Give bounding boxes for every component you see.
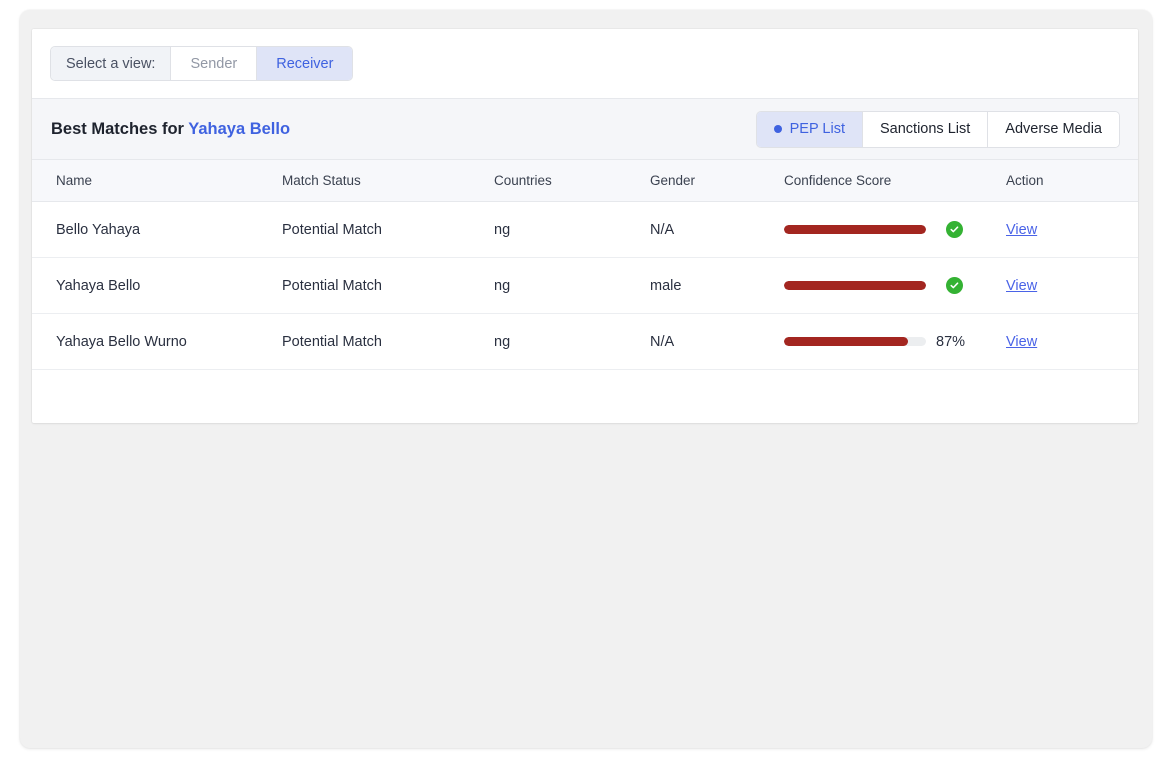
- matches-header: Best Matches for Yahaya Bello PEP List S…: [32, 98, 1138, 160]
- list-tab-group[interactable]: PEP List Sanctions List Adverse Media: [756, 111, 1120, 148]
- cell-gender: N/A: [650, 314, 784, 370]
- cell-countries: ng: [494, 258, 650, 314]
- view-option-sender[interactable]: Sender: [171, 47, 257, 80]
- matches-table-head: Name Match Status Countries Gender Confi…: [32, 160, 1138, 202]
- cell-match-status: Potential Match: [282, 314, 494, 370]
- tab-adverse-media-label: Adverse Media: [1005, 121, 1102, 137]
- cell-confidence-score: [784, 202, 1006, 258]
- confidence-bar-track: [784, 337, 926, 346]
- matches-title: Best Matches for Yahaya Bello: [51, 120, 290, 139]
- matches-table: Name Match Status Countries Gender Confi…: [32, 160, 1138, 370]
- screening-panel: Select a view: Sender Receiver Best Matc…: [32, 29, 1138, 423]
- view-selector-segmented-control[interactable]: Select a view: Sender Receiver: [50, 46, 353, 81]
- view-link[interactable]: View: [1006, 222, 1037, 238]
- table-header-row: Name Match Status Countries Gender Confi…: [32, 160, 1138, 202]
- matches-table-body: Bello Yahaya Potential Match ng N/A: [32, 202, 1138, 370]
- cell-action: View: [1006, 314, 1138, 370]
- table-row[interactable]: Yahaya Bello Potential Match ng male: [32, 258, 1138, 314]
- view-selector-label: Select a view:: [51, 47, 171, 80]
- table-footer-row: [32, 370, 1138, 413]
- cell-action: View: [1006, 202, 1138, 258]
- cell-confidence-score: [784, 258, 1006, 314]
- column-header-confidence-score: Confidence Score: [784, 160, 1006, 202]
- column-header-gender: Gender: [650, 160, 784, 202]
- column-header-match-status: Match Status: [282, 160, 494, 202]
- matches-title-prefix: Best Matches for: [51, 120, 184, 138]
- matches-subject-name: Yahaya Bello: [188, 120, 290, 138]
- confidence-bar-fill: [784, 281, 926, 290]
- confidence-bar-track: [784, 281, 926, 290]
- confidence-bar-track: [784, 225, 926, 234]
- cell-gender: male: [650, 258, 784, 314]
- view-link[interactable]: View: [1006, 334, 1037, 350]
- app-frame: Select a view: Sender Receiver Best Matc…: [20, 10, 1152, 748]
- tab-sanctions-list-label: Sanctions List: [880, 121, 970, 137]
- column-header-action: Action: [1006, 160, 1138, 202]
- tab-pep-list[interactable]: PEP List: [757, 112, 863, 147]
- cell-name: Bello Yahaya: [32, 202, 282, 258]
- confidence-bar-fill: [784, 337, 908, 346]
- table-row[interactable]: Yahaya Bello Wurno Potential Match ng N/…: [32, 314, 1138, 370]
- verified-check-icon: [946, 221, 963, 238]
- table-row[interactable]: Bello Yahaya Potential Match ng N/A: [32, 202, 1138, 258]
- tab-sanctions-list[interactable]: Sanctions List: [863, 112, 988, 147]
- confidence-bar-fill: [784, 225, 926, 234]
- cell-confidence-score: 87%: [784, 314, 1006, 370]
- cell-countries: ng: [494, 202, 650, 258]
- cell-gender: N/A: [650, 202, 784, 258]
- view-link[interactable]: View: [1006, 278, 1037, 294]
- verified-check-icon: [946, 277, 963, 294]
- cell-action: View: [1006, 258, 1138, 314]
- column-header-name: Name: [32, 160, 282, 202]
- active-dot-icon: [774, 125, 782, 133]
- cell-countries: ng: [494, 314, 650, 370]
- cell-match-status: Potential Match: [282, 258, 494, 314]
- cell-name: Yahaya Bello Wurno: [32, 314, 282, 370]
- cell-match-status: Potential Match: [282, 202, 494, 258]
- confidence-percent-label: 87%: [936, 334, 965, 350]
- view-selector-strip: Select a view: Sender Receiver: [32, 29, 1138, 98]
- tab-adverse-media[interactable]: Adverse Media: [988, 112, 1119, 147]
- column-header-countries: Countries: [494, 160, 650, 202]
- tab-pep-list-label: PEP List: [790, 121, 845, 137]
- cell-name: Yahaya Bello: [32, 258, 282, 314]
- view-option-receiver[interactable]: Receiver: [257, 47, 352, 80]
